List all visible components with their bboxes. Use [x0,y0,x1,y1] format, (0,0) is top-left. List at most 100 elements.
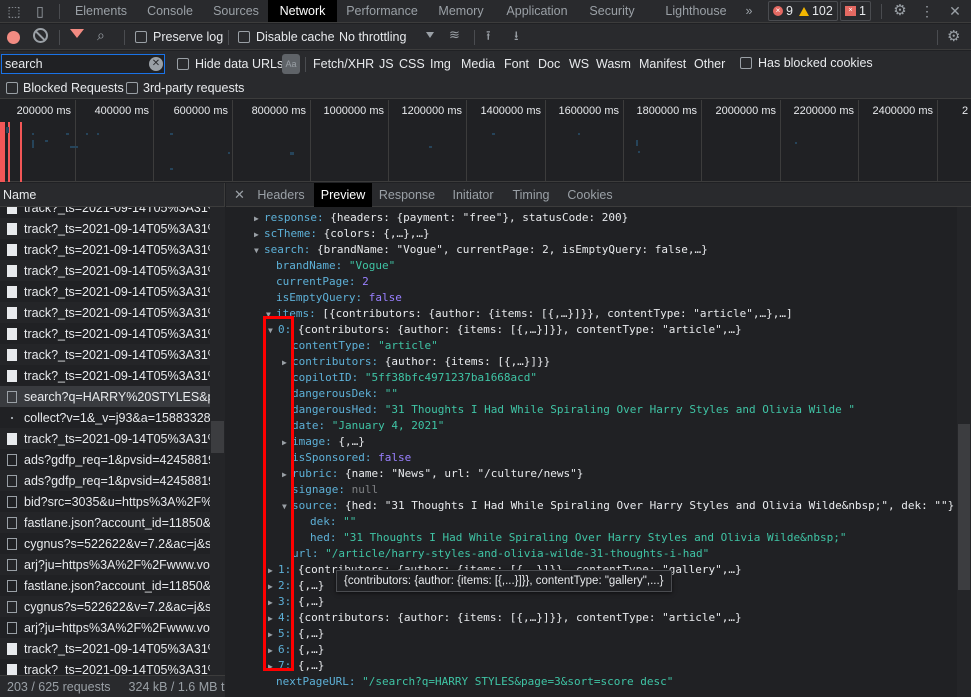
tab-response[interactable]: Response [374,183,440,207]
request-row[interactable]: ads?gdfp_req=1&pvsid=42458819. [0,470,210,491]
request-row[interactable]: cygnus?s=522622&v=7.2&ac=j&sd [0,596,210,617]
tab-security[interactable]: Security [579,0,645,22]
close-detail-icon[interactable]: ✕ [234,187,245,203]
type-filter-js[interactable]: JS [379,57,394,71]
throttling-select[interactable]: No throttling [339,30,406,44]
preserve-log-checkbox[interactable] [135,31,147,43]
type-filter-manifest[interactable]: Manifest [639,57,686,71]
network-settings-gear-icon[interactable]: ⚙ [947,27,960,45]
expand-arrow-icon[interactable]: ▶ [254,227,264,243]
type-filter-font[interactable]: Font [504,57,529,71]
type-filter-other[interactable]: Other [694,57,725,71]
tab-performance[interactable]: Performance [337,0,427,22]
request-row[interactable]: track?_ts=2021-09-14T05%3A31%3 [0,218,210,239]
tab-memory[interactable]: Memory [427,0,495,22]
inspect-element-icon[interactable]: ⬚ [5,3,23,19]
collapse-arrow-icon[interactable]: ▼ [254,243,264,259]
case-sensitive-toggle[interactable]: Aa [282,54,300,74]
tab-elements[interactable]: Elements [66,0,136,22]
request-row[interactable]: track?_ts=2021-09-14T05%3A31%3 [0,302,210,323]
document-resource-icon [7,495,17,508]
type-filter-img[interactable]: Img [430,57,451,71]
tab-console[interactable]: Console [136,0,204,22]
chevron-down-icon[interactable] [426,32,434,38]
tab-initiator[interactable]: Initiator [444,183,502,207]
json-tree-node[interactable]: ▶ contributors: {author: {items: [{,…}]}} [282,354,550,370]
has-blocked-cookies-checkbox[interactable] [740,57,752,69]
divider [305,57,306,72]
type-filter-ws[interactable]: WS [569,57,589,71]
device-toolbar-icon[interactable]: ▯ [31,3,49,19]
request-row[interactable]: bid?src=3035&u=https%3A%2F%2. [0,491,210,512]
json-value: "" [384,387,398,400]
request-row[interactable]: track?_ts=2021-09-14T05%3A31%3 [0,344,210,365]
request-row[interactable]: track?_ts=2021-09-14T05%3A31%3 [0,428,210,449]
request-row[interactable]: fastlane.json?account_id=11850&si [0,512,210,533]
json-tree-node[interactable]: ▼ 0: {contributors: {author: {items: [{,…… [268,322,742,338]
request-row[interactable]: cygnus?s=522622&v=7.2&ac=j&sd [0,533,210,554]
request-row[interactable]: arj?ju=https%3A%2F%2Fwww.vogu [0,617,210,638]
issues-badge[interactable]: × 1 [840,1,871,21]
disable-cache-checkbox[interactable] [238,31,250,43]
expand-arrow-icon[interactable]: ▶ [254,211,264,227]
record-button[interactable] [7,31,20,44]
filter-input[interactable] [1,54,165,74]
preview-scroll-thumb[interactable] [958,424,970,590]
import-har-icon[interactable]: ⭱ [486,27,491,49]
console-counts-badge[interactable]: × 9 102 [768,1,838,21]
type-filter-fetch-xhr[interactable]: Fetch/XHR [313,57,374,71]
more-options-icon[interactable]: ⋮ [918,3,936,19]
document-resource-icon [7,390,17,403]
json-tree-node[interactable]: ▶ image: {,…} [282,434,365,450]
json-tree-node[interactable]: ▼ items: [{contributors: {author: {items:… [266,306,793,322]
request-row[interactable]: track?_ts=2021-09-14T05%3A31%3 [0,365,210,386]
request-row[interactable]: fastlane.json?account_id=11850&si [0,575,210,596]
request-row[interactable]: track?_ts=2021-09-14T05%3A31%3 [0,207,210,218]
json-tree-node[interactable]: ▶ rubric: {name: "News", url: "/culture/n… [282,466,583,482]
tab-preview[interactable]: Preview [314,183,372,207]
request-list-scroll-thumb[interactable] [211,421,224,453]
request-row[interactable]: track?_ts=2021-09-14T05%3A31%3 [0,659,210,675]
close-devtools-icon[interactable]: ✕ [946,3,964,19]
tab-application[interactable]: Application [495,0,579,22]
settings-gear-icon[interactable]: ⚙ [891,3,909,19]
json-tree-node[interactable]: ▼ source: {hed: "31 Thoughts I Had While … [282,498,954,514]
request-row[interactable]: track?_ts=2021-09-14T05%3A31%3 [0,260,210,281]
request-row[interactable]: arj?ju=https%3A%2F%2Fwww.vogu [0,554,210,575]
hide-data-urls-checkbox[interactable] [177,58,189,70]
tab-lighthouse[interactable]: Lighthouse [658,0,734,22]
request-row[interactable]: ads?gdfp_req=1&pvsid=42458819. [0,449,210,470]
network-overview-timeline[interactable]: 200000 ms 400000 ms 600000 ms 800000 ms 1000… [0,100,971,182]
name-column-header[interactable]: Name [0,183,224,207]
more-tabs-icon[interactable]: » [739,0,759,22]
export-har-icon[interactable]: ⭳ [514,27,519,49]
tab-network[interactable]: Network [268,0,337,22]
json-value: "5ff38bfc4971237ba1668acd" [364,371,538,384]
request-row[interactable]: track?_ts=2021-09-14T05%3A31%3 [0,638,210,659]
filter-icon[interactable] [70,29,84,38]
json-tree-node[interactable]: ▶ response: {headers: {payment: "free"}, … [254,210,628,226]
type-filter-css[interactable]: CSS [399,57,425,71]
request-row[interactable]: collect?v=1&_v=j93&a=158833284 [0,407,210,428]
tab-timing[interactable]: Timing [506,183,556,207]
type-filter-doc[interactable]: Doc [538,57,560,71]
json-tree-node[interactable]: ▶ 4: {contributors: {author: {items: [{,…… [268,610,742,626]
request-row[interactable]: search?q=HARRY%20STYLES&page [0,386,210,407]
type-filter-media[interactable]: Media [461,57,495,71]
network-conditions-icon[interactable]: ≋ [449,27,460,43]
json-tree-node[interactable]: ▶ scTheme: {colors: {,…},…} [254,226,430,242]
type-filter-wasm[interactable]: Wasm [596,57,631,71]
hide-data-urls-label: Hide data URLs [195,57,284,71]
clear-filter-icon[interactable]: ✕ [149,57,163,71]
tab-headers[interactable]: Headers [250,183,312,207]
request-row[interactable]: track?_ts=2021-09-14T05%3A31%3 [0,281,210,302]
tab-sources[interactable]: Sources [204,0,268,22]
tab-cookies[interactable]: Cookies [562,183,618,207]
clear-icon[interactable] [33,28,48,43]
search-icon[interactable]: ⌕ [97,27,105,44]
request-row[interactable]: track?_ts=2021-09-14T05%3A31%3 [0,239,210,260]
json-tree-node[interactable]: ▼ search: {brandName: "Vogue", currentPag… [254,242,708,258]
blocked-requests-checkbox[interactable] [6,82,18,94]
request-row[interactable]: track?_ts=2021-09-14T05%3A31%3 [0,323,210,344]
third-party-checkbox[interactable] [126,82,138,94]
